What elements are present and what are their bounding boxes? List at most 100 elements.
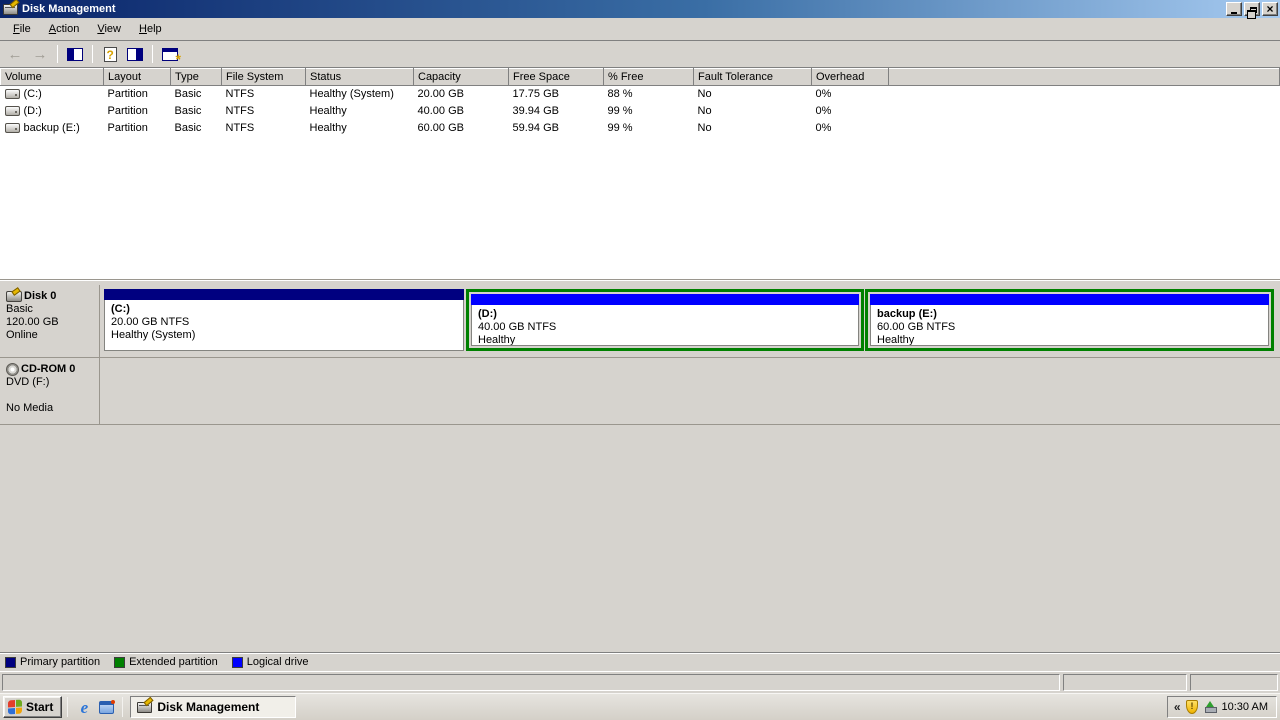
show-console-tree-icon [67,48,83,61]
disk-0-header[interactable]: Disk 0 Basic 120.00 GB Online [0,285,100,357]
table-row-volume-e[interactable]: backup (E:) Partition Basic NTFS Healthy… [1,120,1280,137]
disk-management-window: Disk Management × File Action View Help … [0,0,1280,720]
legend-primary-partition: Primary partition [5,656,100,668]
partition-status: Healthy [877,334,1268,346]
restore-icon [1250,7,1257,13]
forward-button[interactable]: → [29,43,51,65]
column-header-layout[interactable]: Layout [104,69,171,86]
taskbar-separator [67,697,68,717]
disk-management-icon [137,702,152,713]
partition-c[interactable]: (C:) 20.00 GB NTFS Healthy (System) [104,289,464,351]
title-bar: Disk Management × [0,0,1280,18]
extended-partition-swatch [114,657,125,668]
show-action-pane-button[interactable] [124,43,146,65]
partition-e[interactable]: backup (E:) 60.00 GB NTFS Healthy [870,294,1269,346]
minimize-button[interactable] [1226,2,1242,16]
disk-name: Disk 0 [24,290,56,303]
partition-size: 20.00 GB NTFS [111,316,463,329]
tray-chevron-button[interactable]: « [1174,700,1181,714]
menu-file[interactable]: File [4,20,40,38]
column-header-overhead[interactable]: Overhead [812,69,889,86]
partition-d[interactable]: (D:) 40.00 GB NTFS Healthy [471,294,859,346]
disk-status: Online [6,329,95,342]
quick-launch-window-icon [99,701,114,714]
drive-icon [5,123,20,133]
quick-launch-ie-button[interactable]: e [73,696,95,718]
primary-partition-stripe [104,289,464,300]
back-button[interactable]: ← [4,43,26,65]
logical-drive-swatch [232,657,243,668]
task-button-disk-management[interactable]: Disk Management [130,696,296,718]
cdrom-status: No Media [6,402,95,415]
drive-icon [5,89,20,99]
logical-drive-stripe [870,294,1269,305]
quick-launch-window-button[interactable] [95,696,117,718]
menu-help[interactable]: Help [130,20,171,38]
legend-logical-drive: Logical drive [232,656,309,668]
volume-table: Volume Layout Type File System Status Ca… [0,68,1280,137]
column-header-filler [889,69,1280,86]
partition-label: (D:) [478,308,858,321]
cd-rom-icon [6,363,19,376]
taskbar: Start e Disk Management « 10:30 AM [0,693,1280,720]
cdrom-empty-area [100,358,1280,424]
security-shield-icon[interactable] [1186,700,1198,714]
back-icon: ← [8,47,23,62]
volume-list-pane: Volume Layout Type File System Status Ca… [0,68,1280,280]
column-header-type[interactable]: Type [171,69,222,86]
menu-action[interactable]: Action [40,20,89,38]
column-header-volume[interactable]: Volume [1,69,104,86]
help-icon [104,47,117,62]
disk-type: Basic [6,303,95,316]
start-button[interactable]: Start [3,696,62,718]
taskbar-separator [122,697,123,717]
help-button[interactable] [99,43,121,65]
toolbar-separator [57,45,58,63]
cdrom-0-row: CD-ROM 0 DVD (F:) No Media [0,358,1280,425]
partition-size: 40.00 GB NTFS [478,321,858,334]
status-panel-main [2,674,1060,691]
cdrom-type: DVD (F:) [6,376,95,389]
legend-extended-partition: Extended partition [114,656,218,668]
restore-button[interactable] [1244,2,1260,16]
primary-partition-swatch [5,657,16,668]
cdrom-0-header[interactable]: CD-ROM 0 DVD (F:) No Media [0,358,100,424]
show-console-tree-button[interactable] [64,43,86,65]
cdrom-name: CD-ROM 0 [21,363,75,376]
menu-bar: File Action View Help [0,18,1280,41]
legend-bar: Primary partition Extended partition Log… [0,652,1280,671]
safely-remove-hardware-icon[interactable] [1203,700,1217,714]
close-button[interactable]: × [1262,2,1278,16]
show-action-pane-icon [127,48,143,61]
column-header-status[interactable]: Status [306,69,414,86]
status-panel-3 [1190,674,1278,691]
partition-size: 60.00 GB NTFS [877,321,1268,334]
column-header-file-system[interactable]: File System [222,69,306,86]
column-header-fault-tolerance[interactable]: Fault Tolerance [694,69,812,86]
column-header-free-space[interactable]: Free Space [509,69,604,86]
table-row-volume-d[interactable]: (D:) Partition Basic NTFS Healthy 40.00 … [1,103,1280,120]
column-header-capacity[interactable]: Capacity [414,69,509,86]
partition-label: (C:) [111,303,463,316]
extended-partition-border-e: backup (E:) 60.00 GB NTFS Healthy [865,289,1274,351]
system-tray: « 10:30 AM [1167,696,1277,718]
disk-management-icon [3,4,18,15]
drive-icon [5,106,20,116]
graphical-view-pane: Disk 0 Basic 120.00 GB Online (C:) 20.00… [0,285,1280,652]
table-header-row: Volume Layout Type File System Status Ca… [1,69,1280,86]
partition-status: Healthy (System) [111,329,463,342]
extended-partition-border-d: (D:) 40.00 GB NTFS Healthy [466,289,864,351]
toolbar-separator [92,45,93,63]
menu-view[interactable]: View [88,20,130,38]
forward-icon: → [33,47,48,62]
console-properties-icon [162,48,178,61]
minimize-icon [1231,12,1237,14]
toolbar-separator [152,45,153,63]
hard-disk-icon [6,291,22,302]
table-row-volume-c[interactable]: (C:) Partition Basic NTFS Healthy (Syste… [1,86,1280,103]
column-header-pct-free[interactable]: % Free [604,69,694,86]
logical-drive-stripe [471,294,859,305]
toolbar: ← → [0,41,1280,68]
console-properties-button[interactable] [159,43,181,65]
status-panel-2 [1063,674,1187,691]
